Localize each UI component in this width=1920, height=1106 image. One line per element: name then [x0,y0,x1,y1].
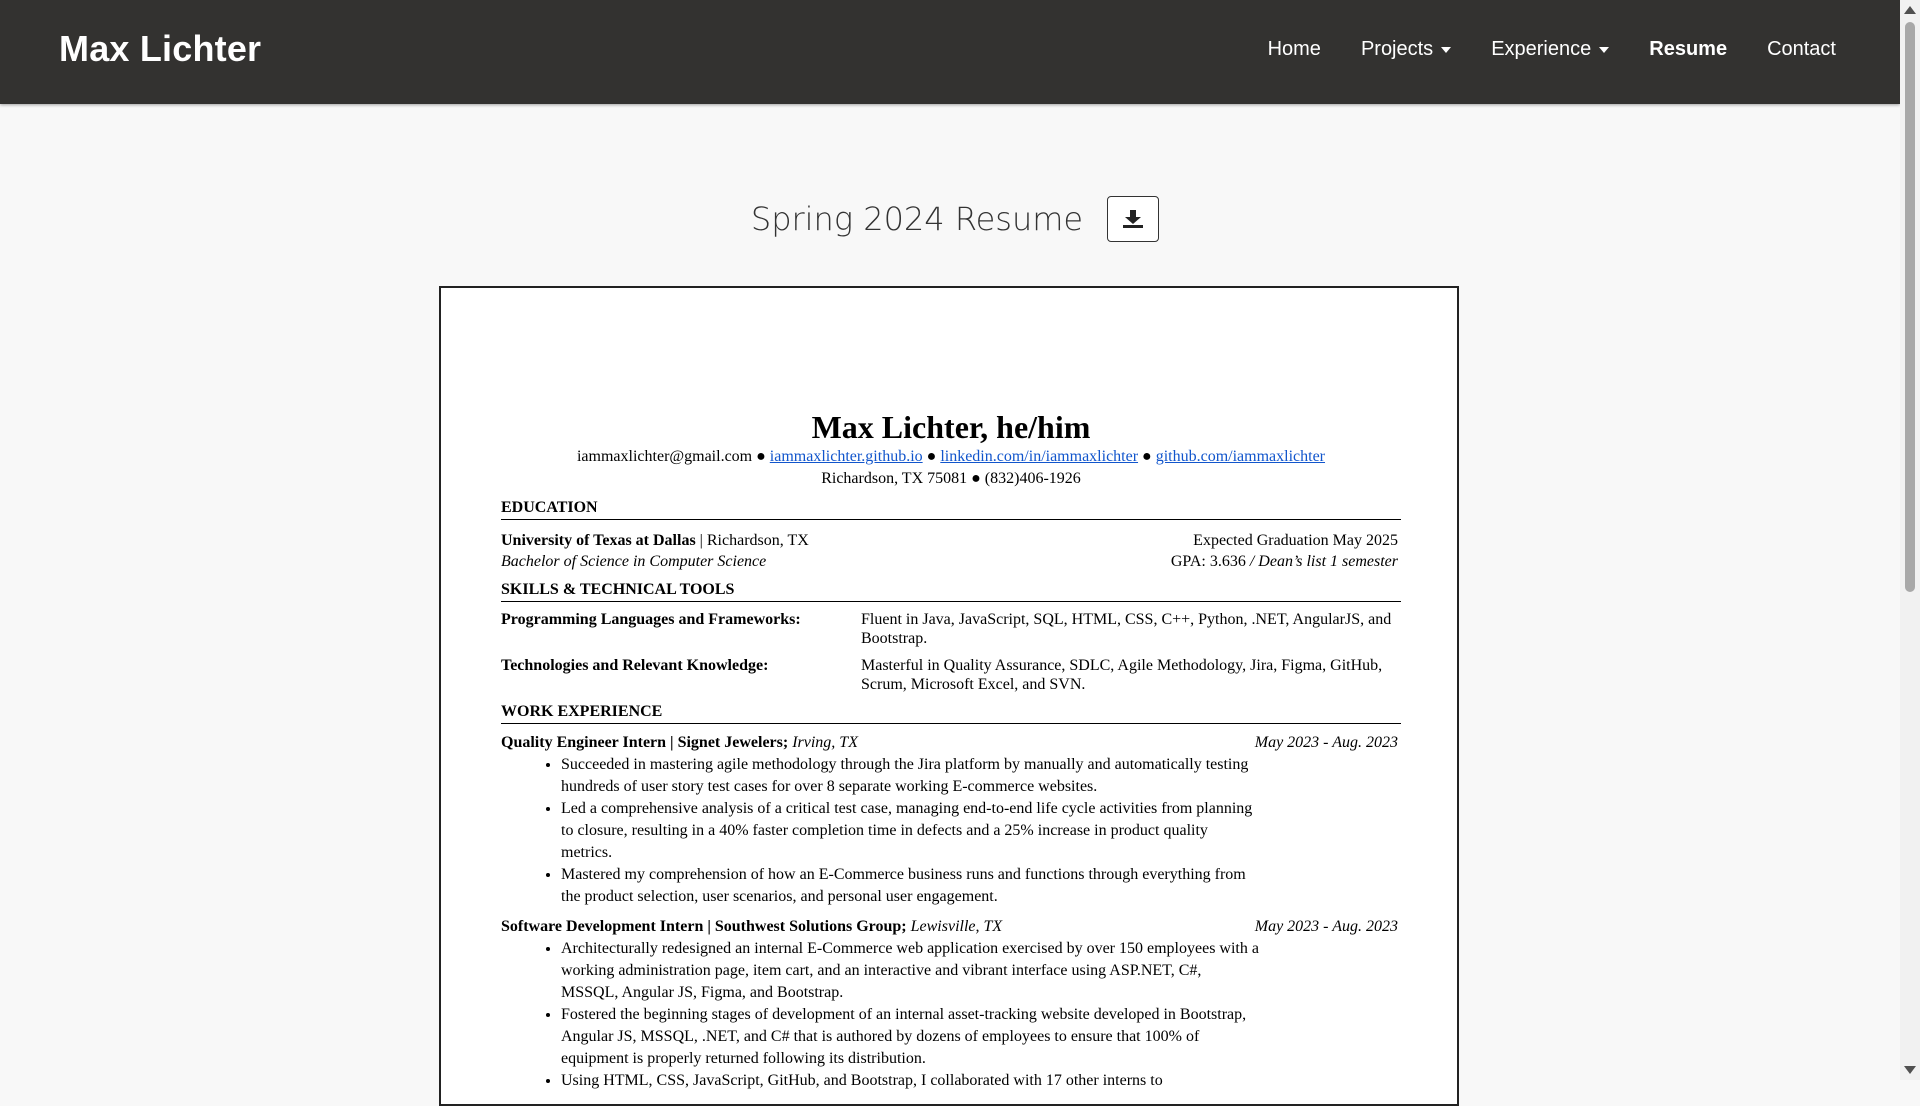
location: Richardson, TX 75081 [821,470,968,487]
website-link[interactable]: iammaxlichter.github.io [770,448,923,465]
resume-content: Max Lichter, he/him iammaxlichter@gmail.… [501,408,1401,1092]
skills-title: SKILLS & TECHNICAL TOOLS [501,580,1401,602]
scroll-thumb[interactable] [1905,22,1915,592]
scroll-down-arrow-icon[interactable] [1904,1066,1916,1074]
job-location: Lewisville, TX [910,918,1003,935]
scroll-up-arrow-icon[interactable] [1904,6,1916,14]
job-bullet: Architecturally redesigned an internal E… [561,938,1261,1004]
contact-line-2: Richardson, TX 75081 ● (832)406-1926 [501,468,1401,490]
skill-value: Fluent in Java, JavaScript, SQL, HTML, C… [861,611,1392,647]
job-bullets: Architecturally redesigned an internal E… [501,938,1261,1092]
separator: ● [1142,448,1152,465]
resume-name: Max Lichter, he/him [811,409,1091,445]
graduation-date: Expected Graduation May 2025 [1193,532,1398,549]
job-bullets: Succeeded in mastering agile methodology… [501,754,1261,908]
job-bullet: Succeeded in mastering agile methodology… [561,754,1261,798]
nav-projects-label: Projects [1360,38,1434,60]
skill-row: Programming Languages and Frameworks: Fl… [501,610,1401,648]
vertical-scrollbar[interactable] [1900,0,1920,1080]
github-link[interactable]: github.com/iammaxlichter [1156,448,1325,465]
job-header: Software Development Intern | Southwest … [501,916,1401,938]
site-brand[interactable]: Max Lichter [59,28,261,70]
skill-row: Technologies and Relevant Knowledge: Mas… [501,656,1401,694]
nav-links: Home Projects Experience Resume Contact [1248,38,1856,61]
nav-contact[interactable]: Contact [1747,38,1856,61]
separator: ● [926,448,937,465]
skill-label: Technologies and Relevant Knowledge: [501,657,769,674]
nav-home-label: Home [1267,38,1321,60]
caret-down-icon [1599,46,1610,53]
nav-experience-dropdown[interactable]: Experience [1471,38,1629,61]
school-location: | Richardson, TX [699,532,809,549]
separator: ● [756,448,766,465]
page-title: Spring 2024 Resume [750,200,1084,238]
job-location: Irving, TX [792,734,858,751]
separator: ● [971,470,981,487]
nav-resume-label: Resume [1649,38,1728,60]
phone: (832)406-1926 [984,470,1081,487]
nav-home[interactable]: Home [1248,38,1341,61]
degree: Bachelor of Science in Computer Science [501,553,767,570]
gpa: GPA: 3.636 [1170,553,1246,570]
linkedin-link[interactable]: linkedin.com/in/iammaxlichter [940,448,1138,465]
skill-value: Masterful in Quality Assurance, SDLC, Ag… [861,657,1383,693]
job-bullet: Mastered my comprehension of how an E-Co… [561,864,1261,908]
contact-line-1: iammaxlichter@gmail.com ● iammaxlichter.… [501,446,1401,468]
nav-contact-label: Contact [1767,38,1836,60]
nav-projects-dropdown[interactable]: Projects [1341,38,1471,61]
navbar: Max Lichter Home Projects Experience Res… [0,0,1900,104]
education-title: EDUCATION [501,498,1401,520]
job-dates: May 2023 - Aug. 2023 [1254,918,1398,935]
download-button[interactable] [1107,196,1160,242]
education-row-2: Bachelor of Science in Computer Science … [501,551,1401,572]
school-name: University of Texas at Dallas [501,532,696,549]
nav-resume[interactable]: Resume [1629,38,1747,61]
nav-experience-label: Experience [1491,38,1592,60]
deans-list: / Dean’s list 1 semester [1249,553,1398,570]
download-icon [1123,210,1144,228]
resume-document: Max Lichter, he/him iammaxlichter@gmail.… [439,286,1459,1106]
job-role: Software Development Intern | Southwest … [501,918,907,935]
job-bullet: Led a comprehensive analysis of a critic… [561,798,1261,864]
caret-down-icon [1441,46,1452,53]
resume-heading: Spring 2024 Resume [0,196,1900,242]
work-title: WORK EXPERIENCE [501,702,1401,724]
job-role: Quality Engineer Intern | Signet Jeweler… [501,734,789,751]
job-dates: May 2023 - Aug. 2023 [1254,734,1398,751]
education-row-1: University of Texas at Dallas | Richards… [501,530,1401,551]
job-header: Quality Engineer Intern | Signet Jeweler… [501,732,1401,754]
skill-label: Programming Languages and Frameworks: [501,611,801,628]
job-bullet: Using HTML, CSS, JavaScript, GitHub, and… [561,1070,1261,1092]
email: iammaxlichter@gmail.com [576,448,753,465]
job-bullet: Fostered the beginning stages of develop… [561,1004,1261,1070]
